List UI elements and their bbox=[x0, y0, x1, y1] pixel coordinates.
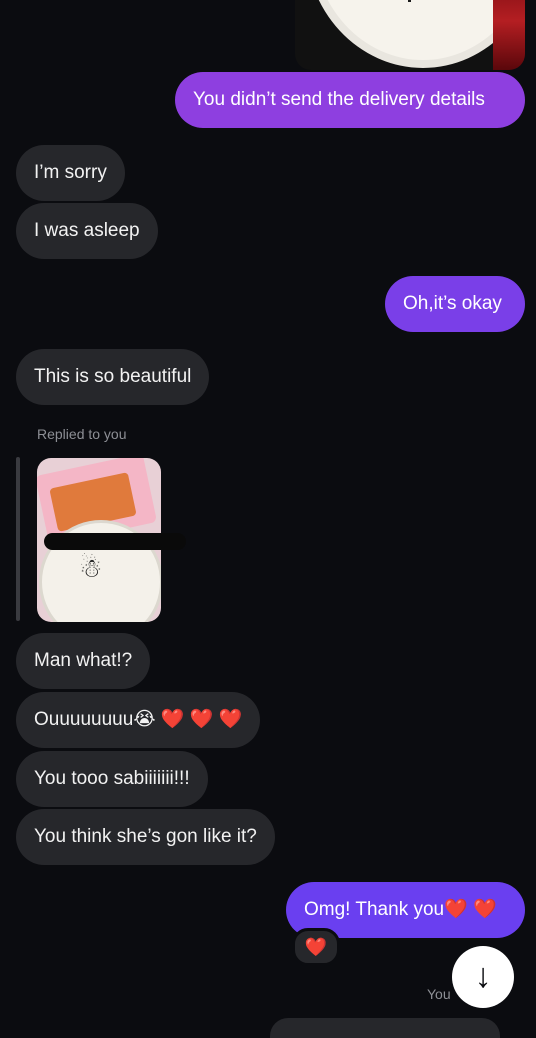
message-text: This is so beautiful bbox=[34, 366, 192, 387]
message-incoming[interactable]: You think she’s gon like it? bbox=[16, 809, 275, 865]
cake-drawing: ☃ bbox=[79, 553, 103, 583]
message-text: Man what!? bbox=[34, 650, 133, 671]
heart-emojis: ❤️ ❤️ bbox=[444, 899, 497, 920]
message-text: Oh,it’s okay bbox=[403, 293, 502, 314]
message-outgoing[interactable]: You didn’t send the delivery details bbox=[175, 72, 525, 128]
shared-cake-image[interactable] bbox=[295, 0, 525, 70]
cake-decoration bbox=[408, 0, 411, 2]
message-text: You didn’t send the delivery details bbox=[193, 89, 485, 110]
message-text: You tooo sabiiiiiii!!! bbox=[34, 768, 190, 789]
message-incoming[interactable]: Man what!? bbox=[16, 633, 151, 689]
message-text: Omg! Thank you bbox=[304, 899, 445, 920]
crying-emoji: 😭 bbox=[133, 709, 156, 730]
scroll-to-bottom-button[interactable]: ↓ bbox=[452, 946, 514, 1008]
message-text: I’m sorry bbox=[34, 162, 107, 183]
flowers-decoration bbox=[493, 0, 525, 70]
cake-shape bbox=[305, 0, 525, 68]
heart-emojis: ❤️ ❤️ ❤️ bbox=[160, 709, 243, 730]
message-outgoing[interactable]: Oh,it’s okay bbox=[385, 276, 525, 332]
redaction-mark bbox=[44, 533, 186, 550]
message-incoming[interactable]: Ouuuuuuuu😭 ❤️ ❤️ ❤️ bbox=[16, 692, 261, 748]
message-text: I was asleep bbox=[34, 220, 140, 241]
message-text: You think she’s gon like it? bbox=[34, 826, 257, 847]
reaction-heart-icon[interactable]: ❤️ bbox=[292, 928, 340, 966]
message-incoming-partial bbox=[270, 1018, 500, 1038]
replied-label: Replied to you bbox=[37, 426, 127, 442]
message-incoming[interactable]: I was asleep bbox=[16, 203, 158, 259]
reply-indicator-bar bbox=[16, 457, 20, 621]
message-incoming[interactable]: You tooo sabiiiiiii!!! bbox=[16, 751, 208, 807]
message-text: Ouuuuuuuu bbox=[34, 709, 134, 730]
arrow-down-icon: ↓ bbox=[474, 957, 492, 995]
seen-label: You bbox=[427, 986, 451, 1002]
message-incoming[interactable]: I’m sorry bbox=[16, 145, 125, 201]
message-incoming[interactable]: This is so beautiful bbox=[16, 349, 210, 405]
